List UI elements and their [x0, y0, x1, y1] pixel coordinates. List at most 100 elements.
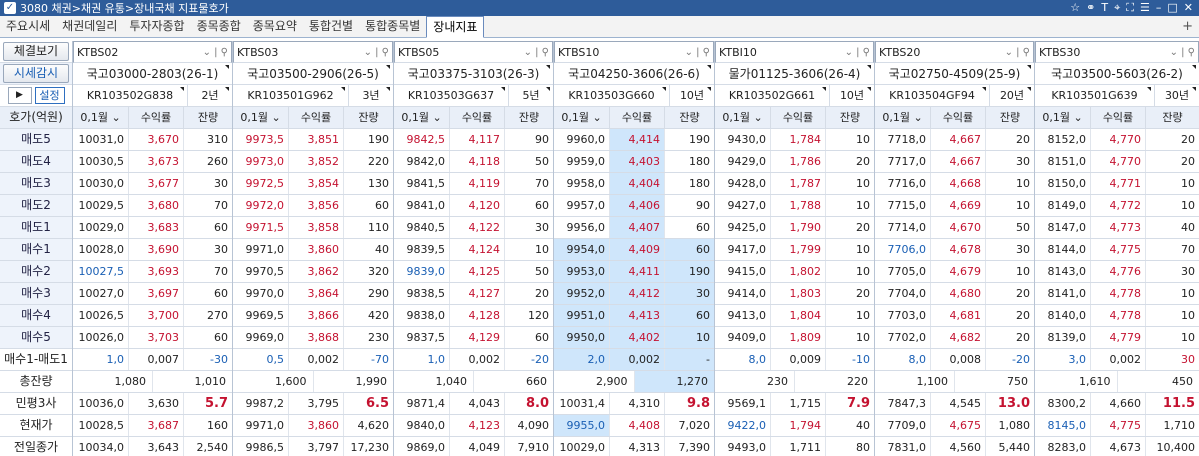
quote-row[interactable]: 9954,0 4,409 60	[554, 239, 714, 261]
quote-row[interactable]: 9960,0 4,414 190	[554, 129, 714, 151]
quote-row[interactable]: 9951,0 4,413 60	[554, 305, 714, 327]
quote-row[interactable]: 10029,0 3,683 60	[73, 217, 232, 239]
code-select[interactable]: KTBS03 ⌄ | ⚲	[233, 41, 393, 63]
quote-row[interactable]: 10027,0 3,697 60	[73, 283, 232, 305]
unit-select[interactable]: 0,1월 ⌄	[875, 107, 931, 128]
expand-icon[interactable]: ⛶	[1126, 1, 1134, 15]
quote-row[interactable]: 9842,5 4,117 90	[394, 129, 553, 151]
quote-row[interactable]: 9417,0 1,799 10	[715, 239, 874, 261]
tab-4[interactable]: 종목요약	[247, 16, 303, 37]
quote-row[interactable]: 7706,0 4,678 30	[875, 239, 1034, 261]
dropdown-search-icon[interactable]: ⌄ | ⚲	[364, 47, 389, 58]
text-icon[interactable]: T	[1101, 1, 1108, 15]
quote-row[interactable]: 10030,0 3,677 30	[73, 173, 232, 195]
maximize-icon[interactable]: □	[1167, 1, 1177, 15]
close-icon[interactable]: ✕	[1184, 1, 1193, 15]
add-tab-icon[interactable]: +	[1182, 16, 1193, 37]
quote-row[interactable]: 9969,5 3,866 420	[233, 305, 393, 327]
quote-row[interactable]: 9973,0 3,852 220	[233, 151, 393, 173]
unit-select[interactable]: 0,1월 ⌄	[233, 107, 289, 128]
tab-7[interactable]: 장내지표	[426, 16, 485, 38]
quote-row[interactable]: 9841,0 4,120 60	[394, 195, 553, 217]
quote-row[interactable]: 8140,0 4,778 10	[1035, 305, 1199, 327]
quote-row[interactable]: 9837,5 4,129 60	[394, 327, 553, 349]
price-watch-button[interactable]: 시세감시	[3, 64, 69, 83]
quote-row[interactable]: 9956,0 4,407 60	[554, 217, 714, 239]
quote-row[interactable]: 8149,0 4,772 10	[1035, 195, 1199, 217]
quote-row[interactable]: 7704,0 4,680 20	[875, 283, 1034, 305]
quote-row[interactable]: 8147,0 4,773 40	[1035, 217, 1199, 239]
quote-row[interactable]: 10026,5 3,700 270	[73, 305, 232, 327]
quote-row[interactable]: 9425,0 1,790 20	[715, 217, 874, 239]
quote-row[interactable]: 10026,0 3,703 60	[73, 327, 232, 349]
quote-row[interactable]: 8141,0 4,778 10	[1035, 283, 1199, 305]
quote-row[interactable]: 9971,0 3,860 40	[233, 239, 393, 261]
quote-row[interactable]: 9839,0 4,125 50	[394, 261, 553, 283]
quote-row[interactable]: 9970,5 3,862 320	[233, 261, 393, 283]
quote-row[interactable]: 9953,0 4,411 190	[554, 261, 714, 283]
quote-row[interactable]: 8144,0 4,775 70	[1035, 239, 1199, 261]
quote-row[interactable]: 9838,5 4,127 20	[394, 283, 553, 305]
quote-row[interactable]: 8139,0 4,779 10	[1035, 327, 1199, 349]
setting-button[interactable]: 설정	[34, 87, 65, 104]
quote-row[interactable]: 9842,0 4,118 50	[394, 151, 553, 173]
quote-row[interactable]: 9840,5 4,122 30	[394, 217, 553, 239]
quote-row[interactable]: 10027,5 3,693 70	[73, 261, 232, 283]
quote-row[interactable]: 7718,0 4,667 20	[875, 129, 1034, 151]
quote-row[interactable]: 9841,5 4,119 70	[394, 173, 553, 195]
code-select[interactable]: KTBS30 ⌄ | ⚲	[1035, 41, 1199, 63]
quote-row[interactable]: 9838,0 4,128 120	[394, 305, 553, 327]
quote-row[interactable]: 8151,0 4,770 20	[1035, 151, 1199, 173]
dropdown-search-icon[interactable]: ⌄ | ⚲	[1005, 47, 1030, 58]
link-icon[interactable]: ⚭	[1086, 1, 1095, 15]
quote-row[interactable]: 9969,0 3,868 230	[233, 327, 393, 349]
unit-select[interactable]: 0,1월 ⌄	[1035, 107, 1091, 128]
dropdown-search-icon[interactable]: ⌄ | ⚲	[203, 47, 228, 58]
quote-row[interactable]: 8150,0 4,771 10	[1035, 173, 1199, 195]
quote-row[interactable]: 7702,0 4,682 20	[875, 327, 1034, 349]
code-select[interactable]: KTBS05 ⌄ | ⚲	[394, 41, 553, 63]
code-select[interactable]: KTBS10 ⌄ | ⚲	[554, 41, 714, 63]
dropdown-search-icon[interactable]: ⌄ | ⚲	[1170, 47, 1195, 58]
quote-row[interactable]: 9428,0 1,787 10	[715, 173, 874, 195]
dropdown-search-icon[interactable]: ⌄ | ⚲	[845, 47, 870, 58]
settle-view-button[interactable]: 체결보기	[3, 42, 69, 61]
tab-0[interactable]: 주요시세	[0, 16, 56, 37]
dropdown-search-icon[interactable]: ⌄ | ⚲	[685, 47, 710, 58]
code-select[interactable]: KTBS02 ⌄ | ⚲	[73, 41, 232, 63]
quote-row[interactable]: 9950,0 4,402 10	[554, 327, 714, 349]
tab-6[interactable]: 통합종목별	[359, 16, 426, 37]
tab-1[interactable]: 채권데일리	[56, 16, 123, 37]
quote-row[interactable]: 9414,0 1,803 20	[715, 283, 874, 305]
tab-5[interactable]: 통합건별	[303, 16, 359, 37]
quote-row[interactable]: 9427,0 1,788 10	[715, 195, 874, 217]
play-button[interactable]: ▶	[7, 87, 32, 104]
quote-row[interactable]: 9839,5 4,124 10	[394, 239, 553, 261]
quote-row[interactable]: 9429,0 1,786 20	[715, 151, 874, 173]
quote-row[interactable]: 7703,0 4,681 20	[875, 305, 1034, 327]
quote-row[interactable]: 9972,0 3,856 60	[233, 195, 393, 217]
quote-row[interactable]: 9415,0 1,802 10	[715, 261, 874, 283]
tab-2[interactable]: 투자자종합	[123, 16, 190, 37]
menu-icon[interactable]: ☰	[1140, 1, 1150, 15]
quote-row[interactable]: 9959,0 4,403 180	[554, 151, 714, 173]
quote-row[interactable]: 9957,0 4,406 90	[554, 195, 714, 217]
quote-row[interactable]: 10029,5 3,680 70	[73, 195, 232, 217]
quote-row[interactable]: 7714,0 4,670 50	[875, 217, 1034, 239]
quote-row[interactable]: 7717,0 4,667 30	[875, 151, 1034, 173]
quote-row[interactable]: 9413,0 1,804 10	[715, 305, 874, 327]
code-select[interactable]: KTBS20 ⌄ | ⚲	[875, 41, 1034, 63]
checkbox-icon[interactable]: ✓	[4, 2, 16, 14]
dropdown-search-icon[interactable]: ⌄ | ⚲	[524, 47, 549, 58]
quote-row[interactable]: 9970,0 3,864 290	[233, 283, 393, 305]
unit-select[interactable]: 0,1월 ⌄	[554, 107, 610, 128]
minimize-icon[interactable]: –	[1156, 1, 1162, 15]
quote-row[interactable]: 7715,0 4,669 10	[875, 195, 1034, 217]
quote-row[interactable]: 8152,0 4,770 20	[1035, 129, 1199, 151]
star-icon[interactable]: ☆	[1070, 1, 1080, 15]
quote-row[interactable]: 9952,0 4,412 30	[554, 283, 714, 305]
unit-select[interactable]: 0,1월 ⌄	[394, 107, 450, 128]
unit-select[interactable]: 0,1월 ⌄	[73, 107, 129, 128]
unit-select[interactable]: 0,1월 ⌄	[715, 107, 771, 128]
quote-row[interactable]: 10028,0 3,690 30	[73, 239, 232, 261]
